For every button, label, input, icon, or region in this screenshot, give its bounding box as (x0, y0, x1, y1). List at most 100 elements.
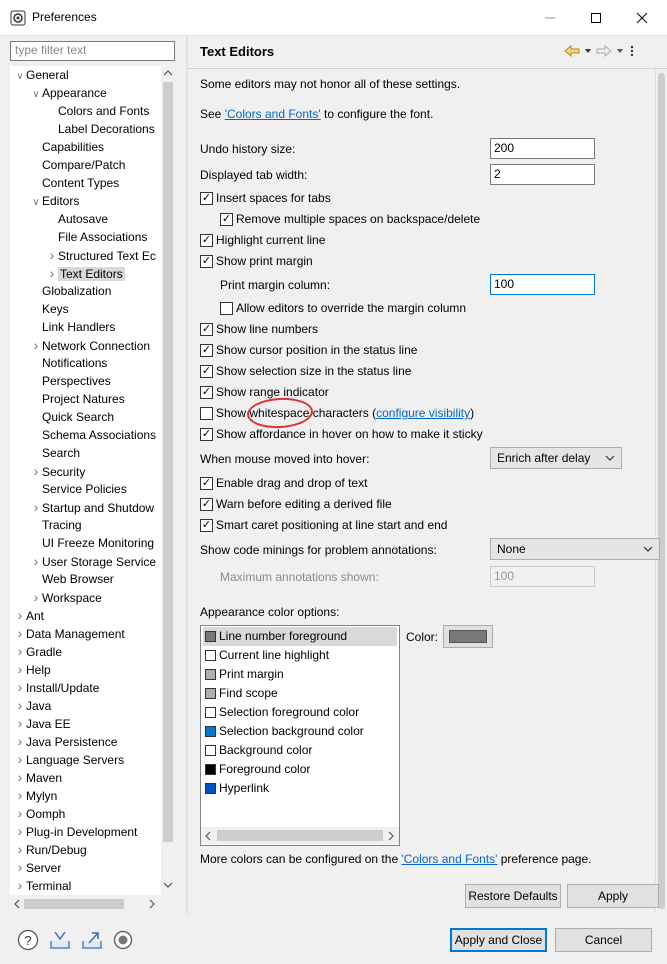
selection-size-checkbox[interactable]: ✓ Show selection size in the status line (200, 362, 411, 380)
allow-override-checkbox[interactable]: Allow editors to override the margin col… (220, 299, 466, 317)
checkbox-box[interactable]: ✓ (200, 497, 213, 511)
whitespace-checkbox[interactable]: Show whitespace characters (configure vi… (200, 404, 474, 422)
tree-item[interactable]: › Data Management (14, 624, 125, 642)
chevron-right-icon[interactable]: › (30, 498, 42, 516)
chevron-right-icon[interactable]: › (14, 606, 26, 624)
checkbox-box[interactable]: ✓ (220, 212, 233, 226)
affordance-checkbox[interactable]: ✓ Show affordance in hover on how to make… (200, 425, 483, 443)
smart-caret-checkbox[interactable]: ✓ Smart caret positioning at line start a… (200, 516, 447, 534)
cursor-position-checkbox[interactable]: ✓ Show cursor position in the status line (200, 341, 417, 359)
preference-tree[interactable]: ∨ General ∨ Appearance Colors and Fonts Label… (10, 66, 161, 895)
chevron-down-icon[interactable]: ∨ (30, 86, 42, 104)
tree-item[interactable]: › Language Servers (14, 750, 124, 768)
color-option-item[interactable]: Selection background color (205, 722, 364, 741)
print-margin-checkbox[interactable]: ✓ Show print margin (200, 252, 313, 270)
chevron-down-icon[interactable]: ∨ (30, 194, 42, 212)
chevron-right-icon[interactable]: › (14, 750, 26, 768)
chevron-right-icon[interactable]: › (46, 246, 58, 264)
minimize-button[interactable] (530, 6, 570, 30)
chevron-right-icon[interactable]: › (30, 462, 42, 480)
appearance-color-list[interactable]: Line number foreground Current line highl… (200, 625, 400, 846)
checkbox-box[interactable] (220, 301, 233, 315)
tree-item[interactable]: › Mylyn (14, 786, 58, 804)
chevron-right-icon[interactable]: › (14, 624, 26, 642)
tree-item[interactable]: › Run/Debug (14, 840, 87, 858)
apply-and-close-button[interactable]: Apply and Close (450, 928, 547, 952)
tree-item[interactable]: › Terminal (14, 876, 72, 894)
chevron-right-icon[interactable]: › (14, 732, 26, 750)
tree-hscroll-thumb[interactable] (24, 899, 124, 909)
back-arrow-icon[interactable] (563, 44, 581, 58)
tab-width-input[interactable]: 2 (490, 164, 595, 185)
tree-item[interactable]: Schema Associations (30, 426, 156, 444)
tree-item[interactable]: › Maven (14, 768, 62, 786)
tree-item[interactable]: Perspectives (30, 372, 111, 390)
tree-item[interactable]: Search (30, 444, 80, 462)
restore-defaults-button[interactable]: Restore Defaults (465, 884, 561, 908)
tree-item[interactable]: › Structured Text Ec (46, 246, 156, 264)
checkbox-box[interactable]: ✓ (200, 191, 213, 205)
chevron-right-icon[interactable]: › (14, 714, 26, 732)
more-colors-link[interactable]: 'Colors and Fonts' (401, 852, 497, 866)
tree-item[interactable]: › Java EE (14, 714, 71, 732)
tree-item[interactable]: › User Storage Service (30, 552, 156, 570)
color-option-item[interactable]: Selection foreground color (205, 703, 359, 722)
tree-item[interactable]: › Workspace (30, 588, 102, 606)
tree-item[interactable]: ∨ General (14, 66, 68, 86)
page-scroll-thumb[interactable] (658, 73, 665, 909)
color-option-item[interactable]: Current line highlight (205, 646, 329, 665)
scroll-right-icon[interactable] (387, 831, 395, 841)
chevron-right-icon[interactable]: › (14, 642, 26, 660)
scroll-down-icon[interactable] (163, 881, 173, 889)
tree-item[interactable]: Link Handlers (30, 318, 115, 336)
color-list-hscrollbar[interactable] (201, 827, 399, 844)
scroll-right-icon[interactable] (148, 899, 156, 909)
chevron-right-icon[interactable]: › (46, 264, 58, 282)
tree-item[interactable]: Autosave (46, 210, 108, 228)
tree-item[interactable]: › Server (14, 858, 62, 876)
chevron-right-icon[interactable]: › (14, 822, 26, 840)
checkbox-box[interactable]: ✓ (200, 343, 213, 357)
tree-item[interactable]: Notifications (30, 354, 107, 372)
checkbox-box[interactable]: ✓ (200, 233, 213, 247)
tree-item[interactable]: Keys (30, 300, 69, 318)
chevron-down-icon[interactable]: ∨ (14, 68, 26, 86)
forward-menu-chevron-icon[interactable] (615, 44, 625, 58)
checkbox-box[interactable]: ✓ (200, 518, 213, 532)
chevron-right-icon[interactable]: › (30, 552, 42, 570)
tree-item[interactable]: › Network Connection (30, 336, 150, 354)
color-list-hscroll-thumb[interactable] (217, 830, 383, 841)
tree-item[interactable]: ∨ Appearance (30, 84, 106, 104)
tree-item[interactable]: › Gradle (14, 642, 62, 660)
code-minings-select[interactable]: None (490, 538, 660, 560)
apply-button[interactable]: Apply (567, 884, 659, 908)
chevron-right-icon[interactable]: › (14, 804, 26, 822)
help-icon[interactable]: ? (17, 929, 39, 951)
tree-item[interactable]: Web Browser (30, 570, 114, 588)
tree-item[interactable]: › Java Persistence (14, 732, 118, 750)
checkbox-box[interactable]: ✓ (200, 364, 213, 378)
tree-item[interactable]: › Help (14, 660, 51, 678)
tree-item[interactable]: › Ant (14, 606, 44, 624)
colors-fonts-link[interactable]: 'Colors and Fonts' (225, 107, 321, 121)
cancel-button[interactable]: Cancel (555, 928, 652, 952)
tree-item[interactable]: Quick Search (30, 408, 114, 426)
export-icon[interactable] (80, 929, 104, 951)
scroll-left-icon[interactable] (204, 831, 212, 841)
tree-item[interactable]: Colors and Fonts (46, 102, 149, 120)
chevron-right-icon[interactable]: › (14, 876, 26, 894)
filter-input[interactable]: type filter text (10, 41, 175, 61)
tree-item[interactable]: › Startup and Shutdow (30, 498, 154, 516)
checkbox-box[interactable]: ✓ (200, 322, 213, 336)
chevron-right-icon[interactable]: › (14, 678, 26, 696)
tree-scroll-thumb[interactable] (163, 82, 173, 842)
line-numbers-checkbox[interactable]: ✓ Show line numbers (200, 320, 318, 338)
tree-item[interactable]: UI Freeze Monitoring (30, 534, 154, 552)
tree-item[interactable]: › Install/Update (14, 678, 100, 696)
import-icon[interactable] (48, 929, 72, 951)
close-button[interactable] (622, 6, 662, 30)
configure-visibility-link[interactable]: configure visibility (376, 406, 470, 420)
tree-item[interactable]: › Text Editors (46, 264, 125, 282)
undo-history-input[interactable]: 200 (490, 138, 595, 159)
color-option-item[interactable]: Find scope (205, 684, 278, 703)
